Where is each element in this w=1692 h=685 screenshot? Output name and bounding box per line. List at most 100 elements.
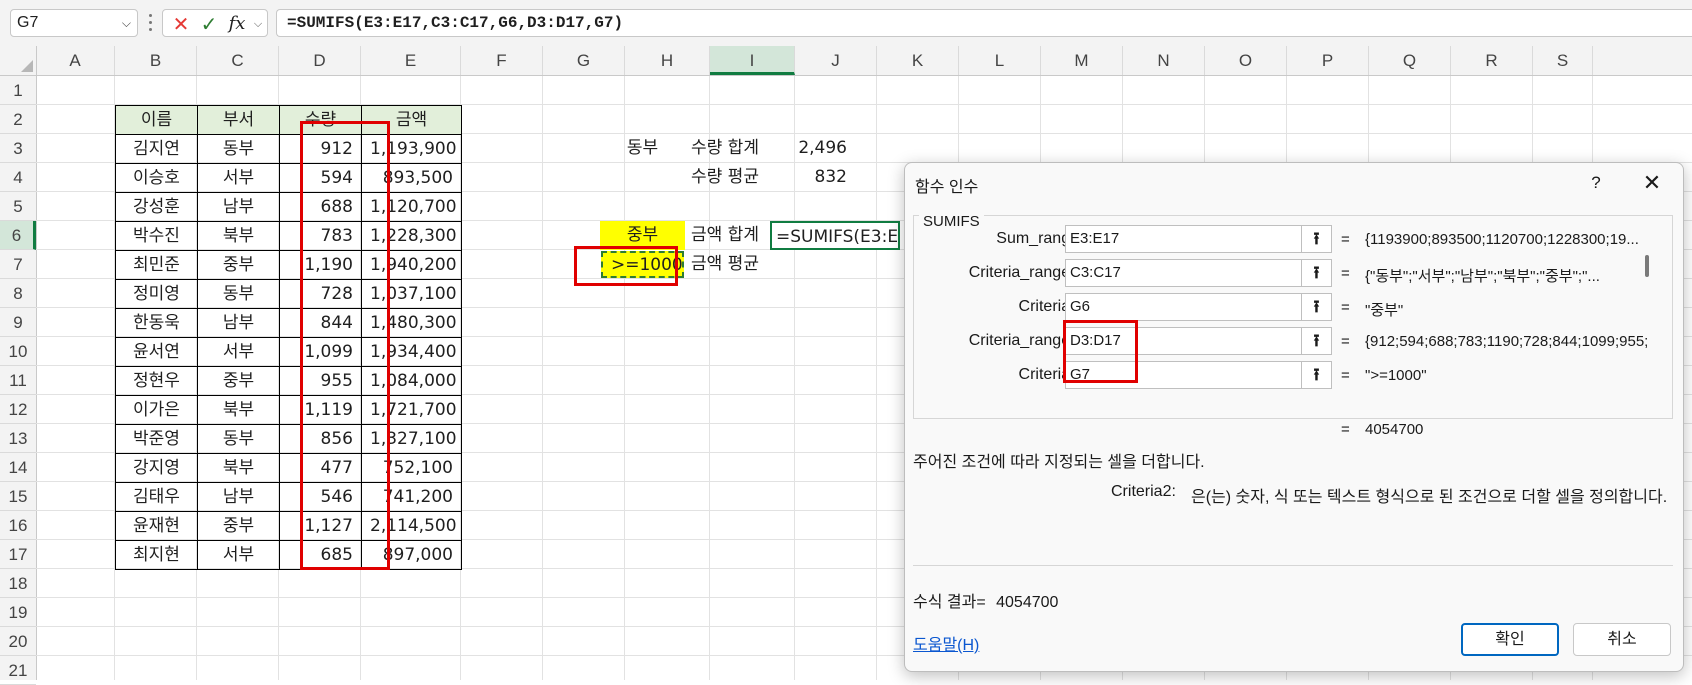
chevron-down-icon[interactable]: ⌵ [122,10,131,36]
table-cell[interactable]: 최지현 [115,540,198,570]
column-header-s[interactable]: S [1533,46,1593,75]
row-header-5[interactable]: 5 [0,192,36,221]
collapse-dialog-icon[interactable]: ⭱ [1302,327,1332,355]
table-cell[interactable]: 박준영 [115,424,198,454]
table-cell[interactable]: 윤재현 [115,511,198,541]
column-header-g[interactable]: G [543,46,625,75]
table-cell[interactable]: 최민준 [115,250,198,280]
table-cell[interactable]: 동부 [197,424,280,454]
column-header-k[interactable]: K [877,46,959,75]
column-header-f[interactable]: F [461,46,543,75]
table-cell[interactable]: 이승호 [115,163,198,193]
table-cell[interactable]: 윤서연 [115,337,198,367]
help-link[interactable]: 도움말(H) [913,631,979,655]
cell-h3[interactable]: 수량 합계 [685,134,770,163]
row-header-21[interactable]: 21 [0,656,36,685]
table-cell[interactable]: 북부 [197,453,280,483]
table-cell[interactable]: 김태우 [115,482,198,512]
row-header-1[interactable]: 1 [0,76,36,105]
cell-i4[interactable]: 832 [770,163,855,192]
table-cell[interactable]: 강지영 [115,453,198,483]
row-header-10[interactable]: 10 [0,337,36,366]
column-header-i[interactable]: I [710,46,795,75]
column-header-b[interactable]: B [115,46,197,75]
column-header-h[interactable]: H [625,46,710,75]
formula-input[interactable]: =SUMIFS(E3:E17,C3:C17,G6,D3:D17,G7) [276,9,1692,37]
table-cell[interactable]: 한동욱 [115,308,198,338]
row-header-16[interactable]: 16 [0,511,36,540]
column-header-o[interactable]: O [1205,46,1287,75]
column-header-e[interactable]: E [361,46,461,75]
cell-h4[interactable]: 수량 평균 [685,163,770,192]
table-cell[interactable]: 남부 [197,482,280,512]
close-icon[interactable]: ✕ [1637,169,1667,197]
table-cell[interactable]: 북부 [197,395,280,425]
row-header-19[interactable]: 19 [0,598,36,627]
table-cell[interactable]: 남부 [197,192,280,222]
row-header-7[interactable]: 7 [0,250,36,279]
table-cell[interactable]: 중부 [197,366,280,396]
name-box[interactable]: G7 ⌵ [10,9,138,37]
select-all-button[interactable] [0,46,37,75]
row-header-12[interactable]: 12 [0,395,36,424]
row-header-13[interactable]: 13 [0,424,36,453]
column-header-r[interactable]: R [1451,46,1533,75]
cell-i6-editing[interactable]: =SUMIFS(E3:E17, [770,221,900,250]
argument-input[interactable]: G6 [1065,293,1302,321]
table-cell[interactable]: 중부 [197,250,280,280]
table-header-cell[interactable]: 부서 [197,105,280,135]
column-header-d[interactable]: D [279,46,361,75]
more-options-icon[interactable] [146,10,154,36]
row-header-15[interactable]: 15 [0,482,36,511]
column-header-a[interactable]: A [36,46,115,75]
table-cell[interactable]: 중부 [197,511,280,541]
table-cell[interactable]: 서부 [197,163,280,193]
row-header-14[interactable]: 14 [0,453,36,482]
cell-h7[interactable]: 금액 평균 [685,250,770,279]
column-header-c[interactable]: C [197,46,279,75]
table-cell[interactable]: 정현우 [115,366,198,396]
row-header-6[interactable]: 6 [0,221,36,250]
table-cell[interactable]: 남부 [197,308,280,338]
chevron-down-icon[interactable]: ⌵ [251,11,265,37]
enter-icon[interactable]: ✓ [197,11,221,37]
table-cell[interactable]: 이가은 [115,395,198,425]
cancel-button[interactable]: 취소 [1573,623,1671,656]
row-header-17[interactable]: 17 [0,540,36,569]
table-cell[interactable]: 서부 [197,540,280,570]
column-header-n[interactable]: N [1123,46,1205,75]
table-cell[interactable]: 박수진 [115,221,198,251]
table-header-cell[interactable]: 이름 [115,105,198,135]
row-header-8[interactable]: 8 [0,279,36,308]
cell-g3[interactable]: 동부 [600,134,685,163]
row-header-9[interactable]: 9 [0,308,36,337]
arguments-scrollbar[interactable] [1645,255,1649,277]
collapse-dialog-icon[interactable]: ⭱ [1302,361,1332,389]
column-header-p[interactable]: P [1287,46,1369,75]
cell-i3[interactable]: 2,496 [770,134,855,163]
row-header-2[interactable]: 2 [0,105,36,134]
cancel-icon[interactable]: ✕ [169,11,193,37]
argument-input[interactable]: C3:C17 [1065,259,1302,287]
cell-h6[interactable]: 금액 합계 [685,221,770,250]
column-header-m[interactable]: M [1041,46,1123,75]
row-header-18[interactable]: 18 [0,569,36,598]
column-header-j[interactable]: J [795,46,877,75]
row-header-4[interactable]: 4 [0,163,36,192]
collapse-dialog-icon[interactable]: ⭱ [1302,225,1332,253]
collapse-dialog-icon[interactable]: ⭱ [1302,259,1332,287]
collapse-dialog-icon[interactable]: ⭱ [1302,293,1332,321]
argument-input[interactable]: E3:E17 [1065,225,1302,253]
column-header-l[interactable]: L [959,46,1041,75]
insert-function-icon[interactable]: fx [225,11,249,37]
table-cell[interactable]: 서부 [197,337,280,367]
help-icon[interactable]: ? [1581,169,1611,197]
column-header-q[interactable]: Q [1369,46,1451,75]
table-cell[interactable]: 강성훈 [115,192,198,222]
row-header-3[interactable]: 3 [0,134,36,163]
row-header-11[interactable]: 11 [0,366,36,395]
table-cell[interactable]: 동부 [197,134,280,164]
table-cell[interactable]: 북부 [197,221,280,251]
table-cell[interactable]: 정미영 [115,279,198,309]
table-cell[interactable]: 동부 [197,279,280,309]
